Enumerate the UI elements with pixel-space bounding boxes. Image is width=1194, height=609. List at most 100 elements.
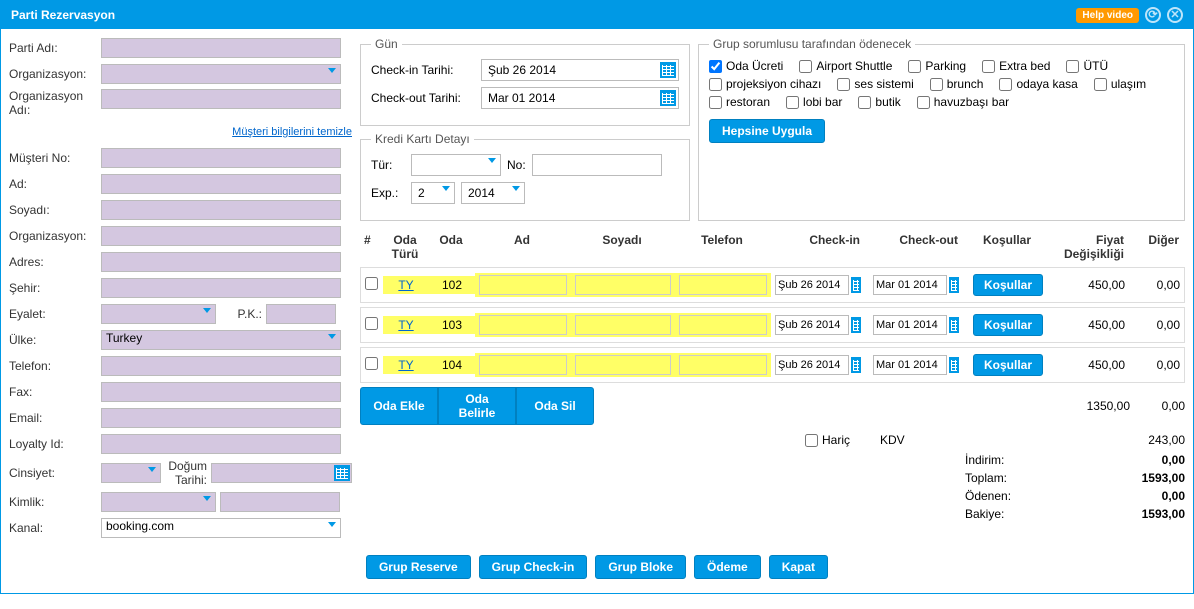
grup-bloke-button[interactable]: Grup Bloke	[595, 555, 686, 579]
label-telefon: Telefon:	[9, 359, 101, 373]
row-ad-input[interactable]	[479, 275, 567, 295]
ad-input[interactable]	[101, 174, 341, 194]
dogum-input[interactable]	[211, 463, 352, 483]
grup-option[interactable]: ulaşım	[1094, 77, 1146, 91]
row-checkout-input[interactable]	[873, 275, 947, 295]
kimlik-input[interactable]	[220, 492, 340, 512]
loyalty-input[interactable]	[101, 434, 341, 454]
email-input[interactable]	[101, 408, 341, 428]
grup-option[interactable]: brunch	[930, 77, 984, 91]
row-kosullar-button[interactable]: Koşullar	[973, 274, 1043, 296]
grup-option[interactable]: Airport Shuttle	[799, 59, 892, 73]
calendar-icon[interactable]	[949, 277, 959, 293]
musteri-no-input[interactable]	[101, 148, 341, 168]
label-organizasyon2: Organizasyon:	[9, 229, 101, 243]
toplam-value: 1593,00	[1142, 471, 1185, 485]
row-ad-input[interactable]	[479, 355, 567, 375]
th-oda-turu: Oda Türü	[382, 231, 428, 263]
cc-no-input[interactable]	[532, 154, 662, 176]
kanal-select[interactable]: booking.com	[101, 518, 341, 538]
refresh-icon[interactable]: ⟳	[1145, 7, 1161, 23]
soyadi-input[interactable]	[101, 200, 341, 220]
sehir-input[interactable]	[101, 278, 341, 298]
eyalet-select[interactable]	[101, 304, 216, 324]
cc-year-select[interactable]: 2014	[461, 182, 525, 204]
grup-option[interactable]: odaya kasa	[999, 77, 1077, 91]
row-soyadi-input[interactable]	[575, 315, 671, 335]
row-telefon-input[interactable]	[679, 275, 767, 295]
organizasyon2-input[interactable]	[101, 226, 341, 246]
grup-option[interactable]: Extra bed	[982, 59, 1050, 73]
row-check[interactable]	[365, 277, 378, 290]
row-checkin-input[interactable]	[775, 315, 849, 335]
assign-room-button[interactable]: Oda Belirle	[438, 387, 516, 425]
grup-option[interactable]: butik	[858, 95, 900, 109]
calendar-icon[interactable]	[334, 465, 350, 481]
organizasyon-select[interactable]	[101, 64, 341, 84]
row-ad-input[interactable]	[479, 315, 567, 335]
haric-check[interactable]: Hariç	[805, 433, 850, 447]
kapat-button[interactable]: Kapat	[769, 555, 828, 579]
room-type-link[interactable]: TY	[398, 358, 413, 372]
calendar-icon[interactable]	[949, 357, 959, 373]
clear-customer-link[interactable]: Müşteri bilgilerini temizle	[232, 126, 352, 138]
close-icon[interactable]: ✕	[1167, 7, 1183, 23]
grup-option[interactable]: projeksiyon cihazı	[709, 77, 821, 91]
organizasyon-adi-input[interactable]	[101, 89, 341, 109]
calendar-icon[interactable]	[851, 317, 861, 333]
grup-option[interactable]: lobi bar	[786, 95, 842, 109]
grup-option[interactable]: Oda Ücreti	[709, 59, 783, 73]
calendar-icon[interactable]	[851, 357, 861, 373]
row-fiyat: 450,00	[1049, 316, 1129, 334]
parti-adi-input[interactable]	[101, 38, 341, 58]
grup-option[interactable]: ses sistemi	[837, 77, 913, 91]
row-check[interactable]	[365, 357, 378, 370]
row-checkout-input[interactable]	[873, 315, 947, 335]
room-type-link[interactable]: TY	[398, 318, 413, 332]
row-checkin-input[interactable]	[775, 275, 849, 295]
label-musteri-no: Müşteri No:	[9, 151, 101, 165]
help-video-button[interactable]: Help video	[1076, 8, 1139, 23]
pk-input[interactable]	[266, 304, 336, 324]
row-telefon-input[interactable]	[679, 315, 767, 335]
grup-option[interactable]: restoran	[709, 95, 770, 109]
cc-month-select[interactable]: 2	[411, 182, 455, 204]
grup-option[interactable]: havuzbaşı bar	[917, 95, 1009, 109]
row-soyadi-input[interactable]	[575, 275, 671, 295]
telefon-input[interactable]	[101, 356, 341, 376]
ulke-select[interactable]: Turkey	[101, 330, 341, 350]
label-ad: Ad:	[9, 177, 101, 191]
room-number: 102	[429, 276, 475, 294]
row-kosullar-button[interactable]: Koşullar	[973, 314, 1043, 336]
row-check[interactable]	[365, 317, 378, 330]
table-row: TY102Koşullar450,000,00	[360, 267, 1185, 303]
cinsiyet-select[interactable]	[101, 463, 161, 483]
odeme-button[interactable]: Ödeme	[694, 555, 761, 579]
row-soyadi-input[interactable]	[575, 355, 671, 375]
adres-input[interactable]	[101, 252, 341, 272]
add-room-button[interactable]: Oda Ekle	[360, 387, 438, 425]
grup-option[interactable]: ÜTÜ	[1066, 59, 1108, 73]
apply-all-button[interactable]: Hepsine Uygula	[709, 119, 825, 143]
checkin-input[interactable]	[481, 59, 679, 81]
grup-checkin-button[interactable]: Grup Check-in	[479, 555, 588, 579]
room-number: 103	[429, 316, 475, 334]
room-type-link[interactable]: TY	[398, 278, 413, 292]
checkout-input[interactable]	[481, 87, 679, 109]
grup-option[interactable]: Parking	[908, 59, 966, 73]
row-checkin-input[interactable]	[775, 355, 849, 375]
kimlik-type-select[interactable]	[101, 492, 216, 512]
fax-input[interactable]	[101, 382, 341, 402]
row-telefon-input[interactable]	[679, 355, 767, 375]
row-kosullar-button[interactable]: Koşullar	[973, 354, 1043, 376]
calendar-icon[interactable]	[660, 90, 676, 106]
label-kanal: Kanal:	[9, 521, 101, 535]
grup-reserve-button[interactable]: Grup Reserve	[366, 555, 471, 579]
calendar-icon[interactable]	[660, 62, 676, 78]
calendar-icon[interactable]	[851, 277, 861, 293]
calendar-icon[interactable]	[949, 317, 959, 333]
row-checkout-input[interactable]	[873, 355, 947, 375]
delete-room-button[interactable]: Oda Sil	[516, 387, 594, 425]
cc-tur-select[interactable]	[411, 154, 501, 176]
table-row: TY104Koşullar450,000,00	[360, 347, 1185, 383]
